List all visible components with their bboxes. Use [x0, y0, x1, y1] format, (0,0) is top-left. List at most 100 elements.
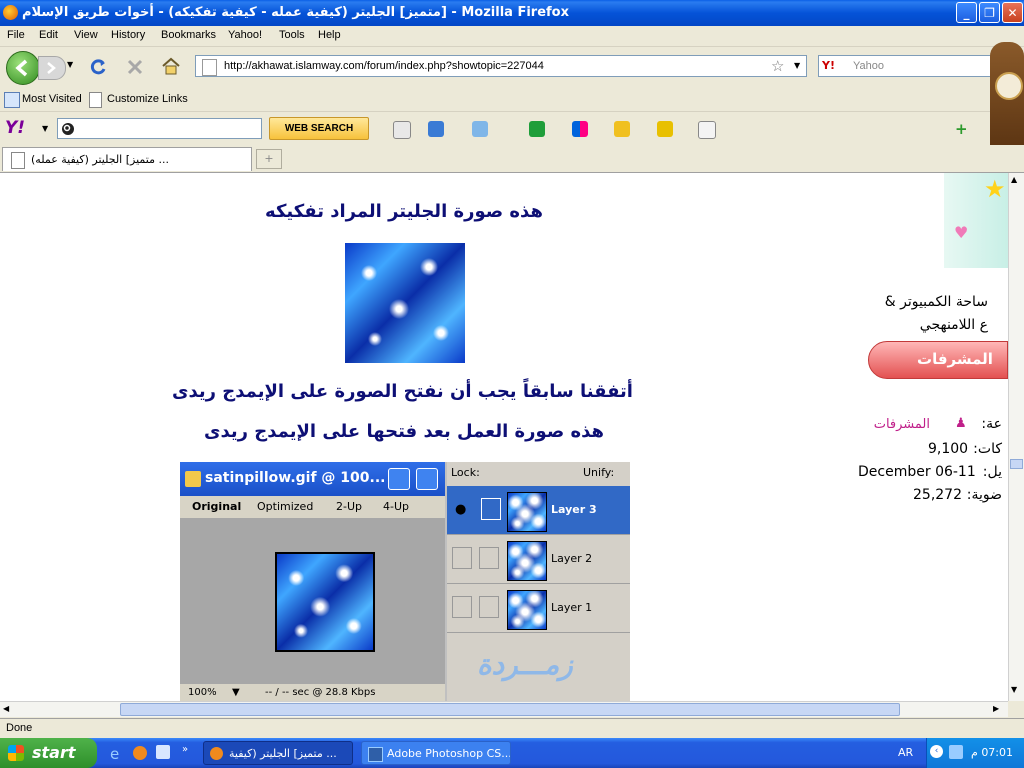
scroll-up-icon[interactable]: ▲ — [1011, 175, 1017, 184]
scroll-thumb[interactable] — [1010, 459, 1023, 469]
answers-icon[interactable] — [529, 121, 545, 137]
clock[interactable]: 07:01 م — [971, 746, 1013, 759]
zoom-dropdown-icon: ▼ — [232, 687, 240, 698]
ebay-icon[interactable] — [657, 121, 673, 137]
url-dropdown-icon[interactable]: ▼ — [794, 61, 800, 70]
reload-icon[interactable] — [88, 57, 108, 77]
task-photoshop[interactable]: Adobe Photoshop CS... — [361, 741, 511, 765]
visibility-box-icon — [452, 596, 472, 618]
add-button-icon[interactable]: + — [955, 120, 968, 138]
menu-bookmarks[interactable]: Bookmarks — [161, 29, 216, 41]
yahoo-toolbar: Y! ▼ WEB SEARCH + — [0, 111, 1024, 145]
unify-label: Unify: — [583, 466, 615, 479]
maximize-button[interactable]: ❐ — [979, 2, 1000, 23]
home-icon[interactable] — [160, 56, 182, 76]
games-icon[interactable] — [614, 121, 630, 137]
new-tab-button[interactable]: + — [256, 149, 282, 169]
menu-file[interactable]: File — [7, 29, 25, 41]
start-label: start — [32, 743, 76, 762]
layer-thumbnail — [507, 541, 547, 581]
menu-yahoo[interactable]: Yahoo! — [228, 29, 262, 41]
minimize-button[interactable]: _ — [956, 2, 977, 23]
group-value[interactable]: المشرفات — [874, 417, 930, 432]
amazon-icon[interactable] — [698, 121, 716, 139]
forward-arrow-icon — [47, 62, 56, 74]
menu-help[interactable]: Help — [318, 29, 341, 41]
tab-original: Original — [192, 500, 242, 513]
link-box-icon — [479, 596, 499, 618]
page-icon — [89, 92, 102, 108]
menu-tools[interactable]: Tools — [279, 29, 305, 41]
weather-icon[interactable] — [472, 121, 488, 137]
firefox-quicklaunch-icon[interactable] — [133, 746, 147, 760]
star-icon: ★ — [984, 175, 1006, 203]
search-icon — [62, 123, 74, 135]
start-button[interactable]: start — [0, 738, 97, 768]
bookmark-most-visited[interactable]: Most Visited — [22, 93, 82, 105]
yahoo-search-input[interactable] — [57, 118, 262, 139]
bookmark-star-icon[interactable]: ☆ — [771, 57, 784, 75]
tray-expand-icon[interactable]: ‹ — [930, 745, 943, 758]
lock-label: Lock: — [451, 466, 480, 479]
scroll-thumb[interactable] — [120, 703, 900, 716]
yahoo-search-engine-icon[interactable]: Y! — [822, 59, 835, 72]
task-firefox[interactable]: متميز] الجليتر (كيفية ... — [203, 741, 353, 765]
back-button[interactable] — [6, 51, 40, 85]
flickr-icon[interactable] — [572, 121, 588, 137]
horizontal-scrollbar[interactable]: ◀ ▶ — [0, 701, 1008, 717]
heading-glitter-image: هذه صورة الجليتر المراد تفكيكه — [265, 201, 543, 222]
imageready-screenshot: satinpillow.gif @ 100... Original Optimi… — [180, 462, 630, 701]
scroll-right-icon[interactable]: ▶ — [993, 704, 999, 713]
clock-face-icon — [995, 72, 1023, 100]
network-icon[interactable] — [949, 745, 963, 759]
bookmark-customize-links[interactable]: Customize Links — [107, 93, 188, 105]
tab-bar: متميز] الجليتر (كيفية عمله) ... + — [0, 145, 1024, 173]
firefox-icon — [3, 5, 18, 20]
vertical-scrollbar[interactable]: ▲ ▼ — [1008, 173, 1024, 701]
joined-value: 06-11 December — [858, 464, 976, 480]
scroll-left-icon[interactable]: ◀ — [3, 704, 9, 713]
address-bar[interactable]: http://akhawat.islamway.com/forum/index.… — [195, 55, 807, 77]
imageready-status-bar: 100% ▼ -- / -- sec @ 28.8 Kbps — [180, 684, 445, 701]
tab-active[interactable]: متميز] الجليتر (كيفية عمله) ... — [2, 147, 252, 171]
moderators-badge: المشرفات — [868, 341, 1008, 379]
menu-history[interactable]: History — [111, 29, 145, 41]
stop-icon[interactable] — [125, 57, 145, 77]
close-button[interactable]: ✕ — [1002, 2, 1023, 23]
desktop-icon[interactable] — [156, 745, 170, 759]
language-indicator[interactable]: AR — [898, 746, 913, 759]
ie-icon[interactable]: e — [110, 745, 119, 763]
history-dropdown-icon[interactable]: ▼ — [67, 60, 73, 69]
link-box-icon — [479, 547, 499, 569]
yahoo-menu-dropdown-icon[interactable]: ▼ — [42, 124, 48, 133]
windows-logo-icon — [8, 745, 24, 761]
badge-label: المشرفات — [917, 350, 993, 368]
avatar-decoration: ★ ♥ — [944, 173, 1008, 268]
search-box[interactable]: Y! Yahoo — [818, 55, 1008, 77]
member-no-label: ضوية: — [966, 487, 1002, 503]
user-forum-line-1: ساحة الكمبيوتر & — [884, 294, 988, 310]
pencil-icon[interactable] — [393, 121, 411, 139]
menu-view[interactable]: View — [74, 29, 98, 41]
forward-button[interactable] — [38, 56, 66, 80]
layer-thumbnail — [507, 492, 547, 532]
layer-name: Layer 2 — [551, 552, 593, 565]
zoom-level: 100% — [188, 687, 217, 698]
imageready-view-tabs: Original Optimized 2-Up 4-Up — [180, 496, 445, 518]
status-bar: Done — [0, 718, 1024, 739]
firefox-icon — [210, 747, 223, 760]
menu-edit[interactable]: Edit — [39, 29, 58, 41]
layer-name: Layer 1 — [551, 601, 593, 614]
member-no-value: 25,272 — [913, 487, 962, 503]
member-icon: ♟ — [955, 416, 967, 431]
window-title-bar[interactable]: متميز] الجليتر (كيفية عمله - كيفية تفكيك… — [0, 0, 1024, 26]
tab-4-up: 4-Up — [383, 500, 410, 513]
yahoo-logo[interactable]: Y! — [5, 118, 25, 138]
mail-icon[interactable] — [428, 121, 444, 137]
scroll-down-icon[interactable]: ▼ — [1011, 685, 1017, 694]
download-time: -- / -- sec @ 28.8 Kbps — [265, 687, 376, 698]
search-placeholder: Yahoo — [853, 60, 884, 72]
web-search-button[interactable]: WEB SEARCH — [269, 117, 369, 140]
status-text: Done — [6, 722, 33, 734]
chevron-icon[interactable]: » — [182, 744, 188, 755]
